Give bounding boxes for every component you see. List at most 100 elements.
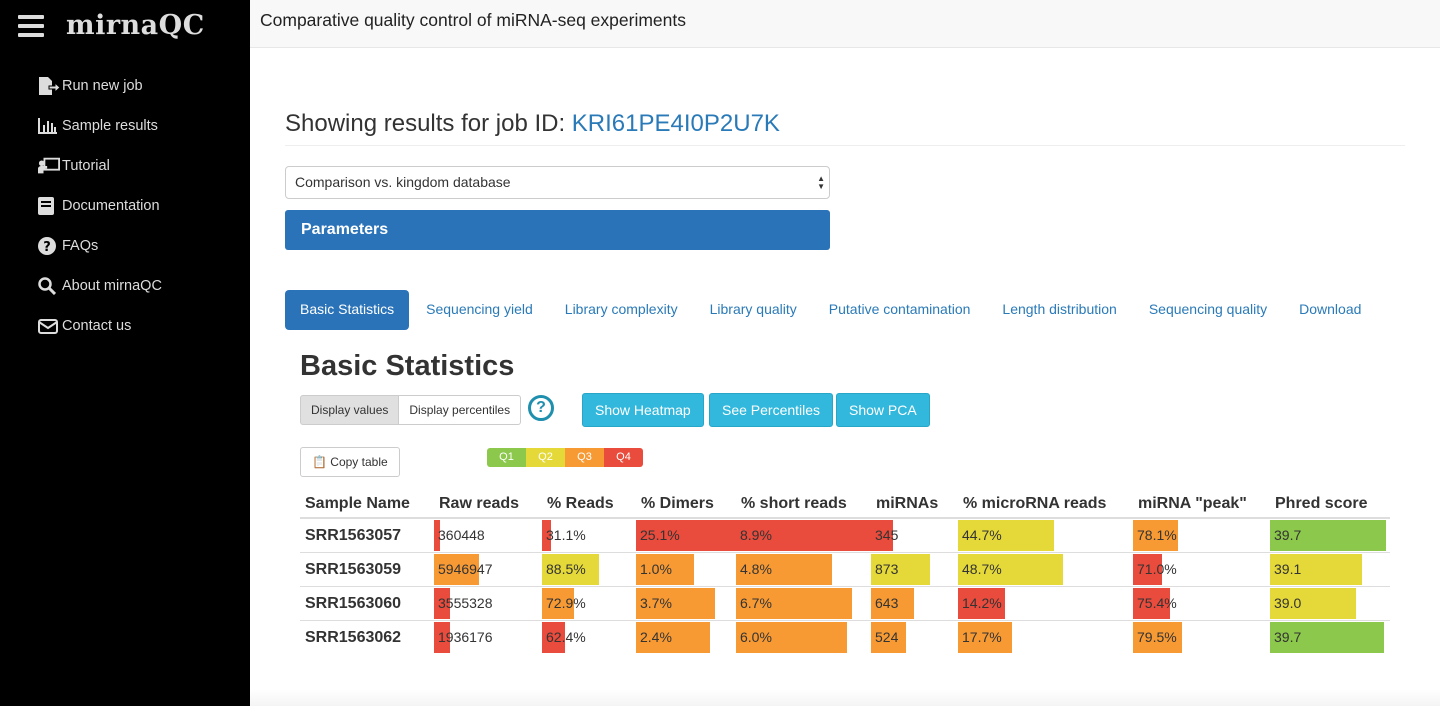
column-header[interactable]: % Reads bbox=[542, 490, 636, 519]
results-tabs: Basic Statistics Sequencing yield Librar… bbox=[285, 290, 1378, 330]
tab-library-quality[interactable]: Library quality bbox=[695, 290, 812, 330]
cell-value: 1936176 bbox=[438, 629, 493, 645]
clipboard-icon: 📋 bbox=[312, 455, 327, 469]
cell-content: 17.7% bbox=[958, 622, 1133, 653]
column-header[interactable]: Sample Name bbox=[300, 490, 434, 519]
column-header[interactable]: Raw reads bbox=[434, 490, 542, 519]
cell-content: 2.4% bbox=[636, 622, 736, 653]
comparison-select[interactable]: Comparison vs. kingdom database ▲ ▼ bbox=[285, 166, 830, 199]
footer-shadow bbox=[250, 690, 1440, 706]
cell-value: 360448 bbox=[438, 527, 485, 543]
sidebar-item-documentation[interactable]: Documentation bbox=[38, 186, 162, 226]
legend-q3: Q3 bbox=[565, 448, 604, 467]
show-heatmap-button[interactable]: Show Heatmap bbox=[582, 393, 704, 427]
sidebar-item-faqs[interactable]: ? FAQs bbox=[38, 226, 162, 266]
app-title: Comparative quality control of miRNA-seq… bbox=[260, 10, 686, 30]
sidebar-item-tutorial[interactable]: Tutorial bbox=[38, 146, 162, 186]
cell-content: 44.7% bbox=[958, 520, 1133, 551]
sidebar-item-contact[interactable]: Contact us bbox=[38, 306, 162, 346]
display-toggle: Display values Display percentiles bbox=[300, 395, 522, 425]
cell-content: 1936176 bbox=[434, 622, 542, 653]
sample-name: SRR1563059 bbox=[300, 552, 434, 587]
sidebar-item-about[interactable]: About mirnaQC bbox=[38, 266, 162, 306]
cell-content: 4.8% bbox=[736, 554, 871, 585]
copy-table-button[interactable]: 📋 Copy table bbox=[300, 447, 400, 477]
table-row: SRR1563062 1936176 62.4% 2.4% 6.0% 524 17.7% 79… bbox=[300, 620, 1390, 654]
bar-chart-icon bbox=[38, 116, 60, 136]
table-cell: 2.4% bbox=[636, 620, 736, 654]
table-row: SRR1563057 360448 31.1% 25.1% 8.9% 345 44.7% 78… bbox=[300, 517, 1390, 553]
cell-value: 39.7 bbox=[1274, 629, 1302, 645]
sidebar-item-label: FAQs bbox=[62, 238, 99, 254]
table-cell: 3.7% bbox=[636, 586, 736, 621]
tab-putative-contamination[interactable]: Putative contamination bbox=[814, 290, 986, 330]
cell-value: 75.4% bbox=[1137, 595, 1177, 611]
table-cell: 1936176 bbox=[434, 620, 542, 654]
cell-value: 8.9% bbox=[740, 527, 772, 543]
svg-text:?: ? bbox=[43, 240, 51, 255]
column-header[interactable]: miRNA "peak" bbox=[1133, 490, 1270, 519]
column-header[interactable]: % microRNA reads bbox=[958, 490, 1133, 519]
sample-name: SRR1563057 bbox=[300, 517, 434, 553]
show-pca-button[interactable]: Show PCA bbox=[836, 393, 930, 427]
cell-content: 71.0% bbox=[1133, 554, 1270, 585]
cell-content: 79.5% bbox=[1133, 622, 1270, 653]
brand-name[interactable]: mirnaQC bbox=[66, 10, 205, 41]
sidebar-item-label: About mirnaQC bbox=[62, 278, 162, 294]
tab-length-distribution[interactable]: Length distribution bbox=[987, 290, 1131, 330]
column-header[interactable]: % short reads bbox=[736, 490, 871, 519]
envelope-icon bbox=[38, 316, 60, 336]
sidebar-item-label: Run new job bbox=[62, 78, 143, 94]
cell-value: 5946947 bbox=[438, 561, 493, 577]
column-header[interactable]: % Dimers bbox=[636, 490, 736, 519]
job-id: KRI61PE4I0P2U7K bbox=[571, 110, 780, 137]
main-content: Showing results for job ID: KRI61PE4I0P2… bbox=[250, 48, 1440, 706]
cell-value: 17.7% bbox=[962, 629, 1002, 645]
cell-content: 873 bbox=[871, 554, 958, 585]
table-cell: 873 bbox=[871, 552, 958, 587]
sample-name: SRR1563062 bbox=[300, 620, 434, 654]
column-header[interactable]: Phred score bbox=[1270, 490, 1390, 519]
cell-value: 345 bbox=[875, 527, 899, 543]
cell-value: 3555328 bbox=[438, 595, 493, 611]
help-icon[interactable]: ? bbox=[528, 395, 554, 421]
cell-value: 524 bbox=[875, 629, 899, 645]
column-header[interactable]: miRNAs bbox=[871, 490, 958, 519]
display-values-button[interactable]: Display values bbox=[300, 395, 400, 425]
top-bar: Comparative quality control of miRNA-seq… bbox=[250, 0, 1440, 48]
cell-value: 72.9% bbox=[546, 595, 586, 611]
cell-content: 3.7% bbox=[636, 588, 736, 619]
cell-content: 524 bbox=[871, 622, 958, 653]
sidebar-item-run-new-job[interactable]: Run new job bbox=[38, 66, 162, 106]
table-cell: 14.2% bbox=[958, 586, 1133, 621]
tab-sequencing-yield[interactable]: Sequencing yield bbox=[411, 290, 548, 330]
sidebar-item-sample-results[interactable]: Sample results bbox=[38, 106, 162, 146]
table-cell: 4.8% bbox=[736, 552, 871, 587]
table-cell: 345 bbox=[871, 517, 958, 553]
cell-content: 78.1% bbox=[1133, 520, 1270, 551]
display-percentiles-button[interactable]: Display percentiles bbox=[399, 395, 522, 425]
cell-content: 5946947 bbox=[434, 554, 542, 585]
cell-content: 6.0% bbox=[736, 622, 871, 653]
see-percentiles-button[interactable]: See Percentiles bbox=[709, 393, 834, 427]
cell-content: 14.2% bbox=[958, 588, 1133, 619]
tab-library-complexity[interactable]: Library complexity bbox=[550, 290, 693, 330]
parameters-panel-header[interactable]: Parameters bbox=[285, 210, 830, 250]
cell-content: 25.1% bbox=[636, 520, 736, 551]
sample-name: SRR1563060 bbox=[300, 586, 434, 621]
table-cell: 8.9% bbox=[736, 517, 871, 553]
cell-value: 2.4% bbox=[640, 629, 672, 645]
divider bbox=[285, 145, 1405, 146]
table-cell: 6.0% bbox=[736, 620, 871, 654]
cell-value: 643 bbox=[875, 595, 899, 611]
basic-statistics-table: Sample Name Raw reads % Reads % Dimers %… bbox=[300, 490, 1390, 654]
tab-download[interactable]: Download bbox=[1284, 290, 1376, 330]
table-cell: 524 bbox=[871, 620, 958, 654]
book-icon bbox=[38, 196, 60, 216]
menu-icon[interactable] bbox=[18, 14, 44, 37]
cell-value: 6.7% bbox=[740, 595, 772, 611]
tab-basic-statistics[interactable]: Basic Statistics bbox=[285, 290, 410, 330]
tab-sequencing-quality[interactable]: Sequencing quality bbox=[1134, 290, 1282, 330]
cell-content: 6.7% bbox=[736, 588, 871, 619]
cell-value: 39.0 bbox=[1274, 595, 1302, 611]
